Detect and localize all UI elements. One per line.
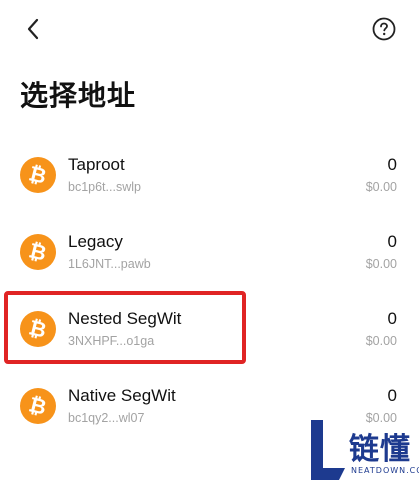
- address-type-label: Taproot: [68, 155, 125, 174]
- back-button[interactable]: [20, 14, 46, 44]
- logo-mark-icon: [311, 420, 345, 480]
- fiat-value: $0.00: [365, 334, 397, 348]
- bitcoin-icon: ₿: [20, 157, 56, 193]
- bitcoin-icon: ₿: [20, 234, 56, 270]
- watermark-url: NEATDOWN.COM: [351, 466, 419, 475]
- address-value: bc1qy2...wl07: [68, 411, 145, 425]
- address-type-label: Native SegWit: [68, 386, 176, 405]
- address-row-nested-segwit[interactable]: ₿ Nested SegWit 3NXHPF...o1ga 0 $0.00: [0, 292, 419, 369]
- bitcoin-icon: ₿: [20, 311, 56, 347]
- balance-amount: 0: [387, 309, 397, 328]
- bitcoin-icon: ₿: [20, 388, 56, 424]
- address-row-taproot[interactable]: ₿ Taproot bc1p6t...swlp 0 $0.00: [0, 138, 419, 215]
- address-value: bc1p6t...swlp: [68, 180, 141, 194]
- address-type-label: Nested SegWit: [68, 309, 182, 328]
- watermark-name: 链懂: [349, 432, 411, 467]
- balance-amount: 0: [387, 386, 397, 405]
- top-bar: [0, 0, 419, 56]
- address-type-label: Legacy: [68, 232, 123, 251]
- address-row-legacy[interactable]: ₿ Legacy 1L6JNT...pawb 0 $0.00: [0, 215, 419, 292]
- fiat-value: $0.00: [365, 257, 397, 271]
- address-list: ₿ Taproot bc1p6t...swlp 0 $0.00 ₿ Legacy…: [0, 138, 419, 446]
- fiat-value: $0.00: [365, 180, 397, 194]
- balance-amount: 0: [387, 155, 397, 174]
- question-circle-icon: [372, 17, 396, 41]
- watermark-logo: 链懂 NEATDOWN.COM: [305, 414, 419, 487]
- help-button[interactable]: [371, 16, 397, 42]
- address-value: 1L6JNT...pawb: [68, 257, 151, 271]
- address-value: 3NXHPF...o1ga: [68, 334, 155, 348]
- balance-amount: 0: [387, 232, 397, 251]
- chevron-left-icon: [27, 18, 39, 40]
- page-title: 选择地址: [20, 79, 137, 112]
